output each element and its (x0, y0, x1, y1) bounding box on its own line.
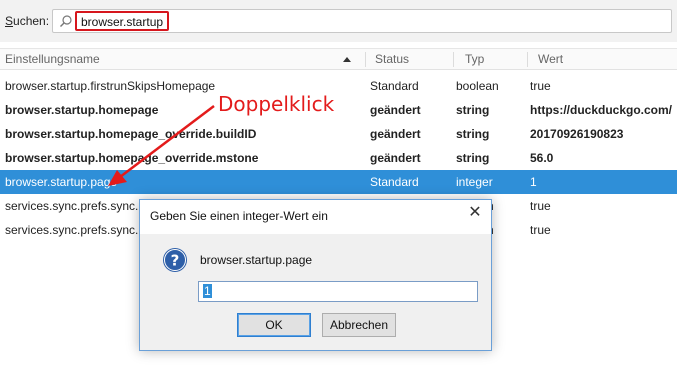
integer-value-input[interactable]: 1 (198, 281, 478, 302)
column-divider[interactable] (527, 52, 528, 67)
column-header-value[interactable]: Wert (533, 49, 673, 70)
dialog-title: Geben Sie einen integer-Wert ein (150, 209, 328, 223)
column-header-status[interactable]: Status (370, 49, 455, 70)
column-divider[interactable] (453, 52, 454, 67)
input-selected-text[interactable]: 1 (203, 284, 212, 298)
pref-value: 20170926190823 (530, 127, 624, 141)
annotation-label: Doppelklick (218, 92, 335, 116)
table-row[interactable]: browser.startup.homepage geändert string… (0, 98, 677, 122)
close-icon[interactable]: ✕ (467, 205, 483, 221)
pref-name: browser.startup.page (5, 175, 118, 189)
pref-type: integer (456, 175, 493, 189)
table-row[interactable]: browser.startup.homepage_override.mstone… (0, 146, 677, 170)
pref-type: string (456, 103, 490, 117)
search-value[interactable]: browser.startup (75, 11, 170, 31)
column-header-name[interactable]: Einstellungsname (0, 49, 365, 70)
pref-value: true (530, 223, 551, 237)
search-label: Suchen: (5, 14, 50, 28)
pref-value: 1 (530, 175, 537, 189)
dialog-prompt: browser.startup.page (200, 253, 313, 267)
column-header-type[interactable]: Typ (460, 49, 530, 70)
sort-ascending-icon (343, 57, 351, 62)
table-row[interactable]: browser.startup.firstrunSkipsHomepage St… (0, 74, 677, 98)
ok-button[interactable]: OK (237, 313, 311, 337)
pref-value: https://duckduckgo.com/ (530, 103, 673, 117)
pref-value: true (530, 199, 551, 213)
table-row-selected[interactable]: browser.startup.page Standard integer 1 (0, 170, 677, 194)
dialog-body: ? browser.startup.page 1 OK Abbrechen (140, 234, 491, 350)
table-row[interactable]: browser.startup.homepage_override.buildI… (0, 122, 677, 146)
column-header: Einstellungsname Status Typ Wert (0, 48, 677, 70)
search-icon (60, 15, 72, 27)
pref-value: 56.0 (530, 151, 554, 165)
pref-type: string (456, 127, 490, 141)
integer-value-dialog: Geben Sie einen integer-Wert ein ✕ ? bro… (139, 199, 492, 351)
pref-name: browser.startup.homepage_override.buildI… (5, 127, 257, 141)
pref-status: geändert (370, 103, 421, 117)
column-divider[interactable] (365, 52, 366, 67)
cancel-button[interactable]: Abbrechen (322, 313, 396, 337)
search-toolbar: Suchen: browser.startup (0, 0, 677, 42)
pref-type: string (456, 151, 490, 165)
search-input[interactable]: browser.startup (52, 9, 672, 33)
pref-status: Standard (370, 79, 419, 93)
pref-status: Standard (370, 175, 419, 189)
pref-value: true (530, 79, 551, 93)
pref-status: geändert (370, 151, 421, 165)
svg-text:?: ? (171, 252, 180, 270)
question-icon: ? (163, 248, 187, 272)
pref-type: boolean (456, 79, 499, 93)
pref-status: geändert (370, 127, 421, 141)
pref-name: browser.startup.homepage_override.mstone (5, 151, 259, 165)
